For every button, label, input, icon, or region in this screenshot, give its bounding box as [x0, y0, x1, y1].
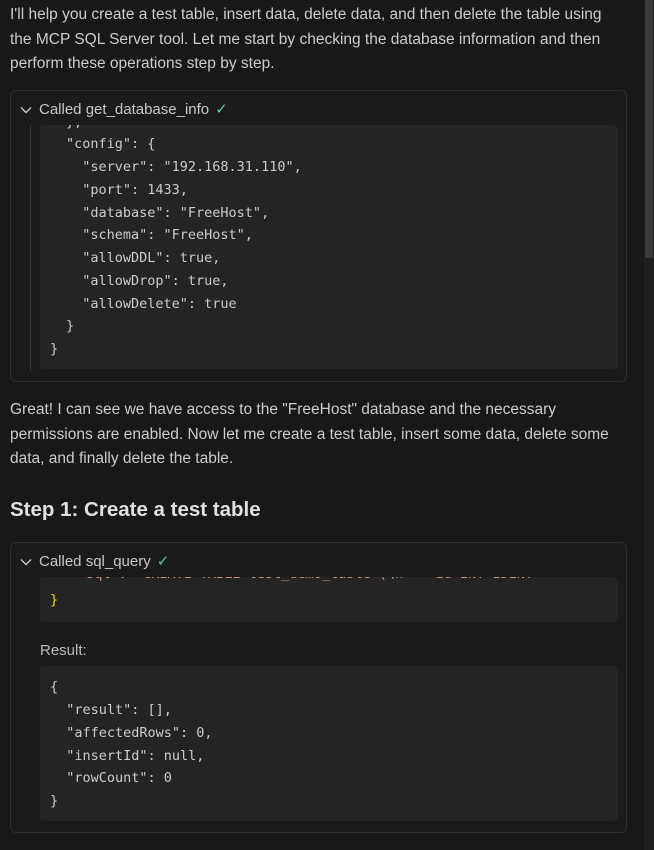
tool-output-code: }, "config": { "server": "192.168.31.110…: [40, 125, 618, 369]
tool-call-header[interactable]: Called sql_query ✓: [19, 551, 169, 573]
tool-call-get-database-info: Called get_database_info ✓ }, "config": …: [10, 90, 627, 382]
code-line: }: [50, 793, 59, 809]
code-line: "rowCount": 0: [50, 770, 172, 786]
tool-result-code: { "result": [], "affectedRows": 0, "inse…: [40, 666, 618, 821]
scrollbar-thumb[interactable]: [645, 0, 653, 258]
tool-input-code: "sql": "CREATE TABLE test_demo_table (\n…: [40, 577, 618, 622]
code-line: "database": "FreeHost",: [66, 205, 270, 221]
code-line: "server": "192.168.31.110",: [66, 159, 302, 175]
check-icon: ✓: [215, 100, 228, 118]
chevron-down-icon[interactable]: [19, 103, 33, 117]
tool-call-label: Called sql_query: [39, 552, 151, 570]
indent-guide: [30, 125, 31, 371]
status-paragraph: Great! I can see we have access to the "…: [10, 401, 609, 467]
code-line: {: [50, 679, 59, 695]
code-line: "allowDrop": true,: [66, 273, 229, 289]
code-line: "schema": "FreeHost",: [66, 227, 253, 243]
step1-heading: Step 1: Create a test table: [10, 498, 261, 521]
result-label: Result:: [40, 642, 87, 659]
code-line: "affectedRows": 0,: [50, 725, 213, 741]
tool-call-label: Called get_database_info: [39, 100, 210, 118]
code-line: "allowDDL": true,: [66, 250, 221, 266]
scrollbar-track[interactable]: [644, 0, 654, 850]
intro-paragraph: I'll help you create a test table, inser…: [10, 6, 602, 72]
code-line: }: [50, 341, 59, 357]
code-line: "config": {: [66, 136, 156, 152]
tool-call-header[interactable]: Called get_database_info ✓: [19, 99, 228, 121]
code-line: "allowDelete": true: [66, 296, 237, 312]
code-line: "result": [],: [50, 702, 172, 718]
code-line-clipped: "sql": "CREATE TABLE test_demo_table (\n…: [78, 577, 533, 586]
code-line: "port": 1433,: [66, 182, 188, 198]
code-line: }: [50, 592, 59, 608]
code-line: "insertId": null,: [50, 748, 205, 764]
check-icon: ✓: [156, 552, 170, 570]
code-line: }: [66, 318, 75, 334]
tool-call-sql-query: Called sql_query ✓ "sql": "CREATE TABLE …: [10, 542, 627, 833]
chevron-down-icon[interactable]: [19, 555, 33, 569]
